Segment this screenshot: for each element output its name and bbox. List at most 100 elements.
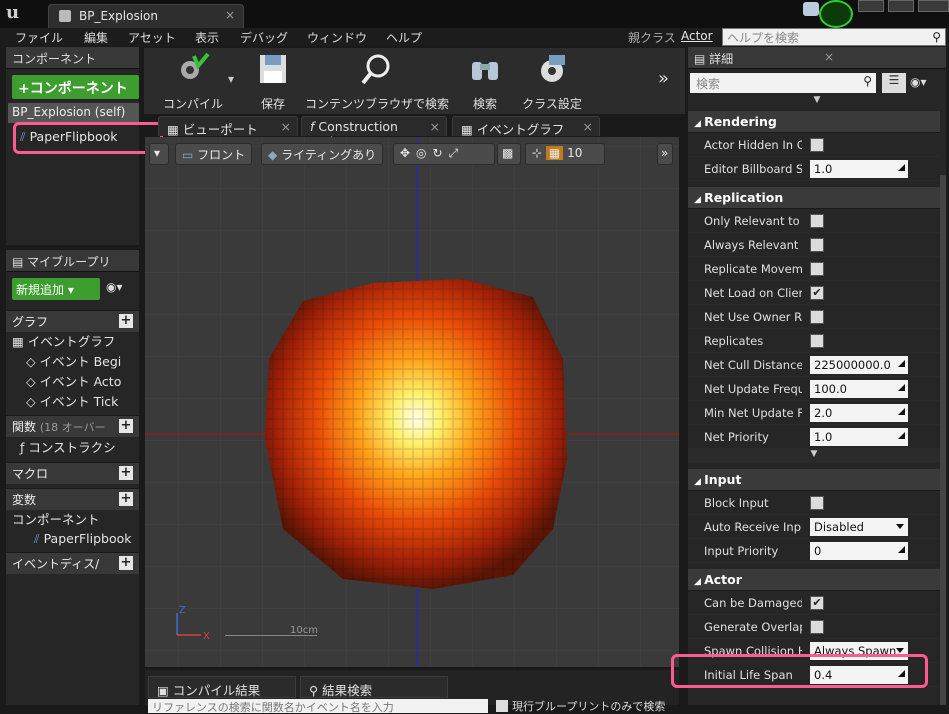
close-icon[interactable]: ×	[281, 119, 291, 134]
property-number-field[interactable]: 100.0	[810, 380, 908, 398]
details-section-header[interactable]: ◢ Replication	[688, 187, 940, 209]
source-control-icon[interactable]	[819, 0, 853, 28]
property-checkbox[interactable]	[810, 620, 824, 634]
browse-content-button[interactable]: コンテンツブラウザで検索	[304, 50, 450, 112]
compile-dropdown-icon[interactable]: ▾	[228, 72, 234, 86]
event-item[interactable]: ◇ イベント Tick	[20, 392, 139, 412]
toolbar-overflow-icon[interactable]: »	[658, 68, 669, 89]
close-icon[interactable]: ×	[225, 8, 235, 22]
resize-handle-icon[interactable]	[898, 164, 905, 171]
add-function-button[interactable]: +	[119, 419, 133, 433]
property-checkbox[interactable]	[810, 138, 824, 152]
construction-script-item[interactable]: ƒ コンストラクシ	[14, 438, 139, 458]
view-mode-button[interactable]: ▭ フロント	[175, 143, 253, 165]
resize-handle-icon[interactable]	[898, 408, 905, 415]
details-section-header[interactable]: ◢ Input	[688, 469, 940, 491]
tab-event-graph[interactable]: ▦ イベントグラフ ×	[452, 116, 600, 137]
property-checkbox[interactable]	[810, 496, 824, 510]
compile-button[interactable]: コンパイル	[150, 50, 236, 112]
close-icon[interactable]: ×	[824, 50, 834, 64]
details-section-header[interactable]: ◢ Rendering	[688, 111, 940, 133]
add-graph-button[interactable]: +	[119, 314, 133, 328]
components-variable-item[interactable]: ⫽ PaperFlipbook	[28, 529, 139, 549]
menu-view[interactable]: 表示	[195, 29, 219, 46]
functions-category[interactable]: 関数 (18 オーバー +	[6, 415, 139, 437]
parent-class-link[interactable]: Actor	[681, 29, 713, 43]
menu-help[interactable]: ヘルプ	[386, 29, 422, 46]
save-button[interactable]: 保存	[250, 50, 296, 112]
class-settings-button[interactable]: クラス設定	[518, 50, 586, 112]
add-macro-button[interactable]: +	[119, 466, 133, 480]
component-root-item[interactable]: BP_Explosion (self)	[8, 103, 139, 123]
property-dropdown[interactable]: Disabled	[810, 518, 908, 536]
close-window-button[interactable]	[918, 0, 949, 12]
property-number-field[interactable]: 0	[810, 542, 908, 560]
add-dispatcher-button[interactable]: +	[119, 556, 133, 570]
chevron-down-icon	[896, 648, 904, 653]
collapse-arrow-icon[interactable]: ▼	[688, 95, 946, 107]
lighting-mode-button[interactable]: ◆ ライティングあり	[261, 143, 384, 165]
maximize-button[interactable]	[888, 0, 914, 12]
find-button[interactable]: 検索	[460, 50, 510, 112]
menu-asset[interactable]: アセット	[128, 29, 176, 46]
event-graph-item[interactable]: ▦ イベントグラフ	[6, 332, 139, 352]
details-search-input[interactable]: 検索 ⚲	[690, 73, 876, 93]
menu-window[interactable]: ウィンドウ	[307, 29, 367, 46]
menu-file[interactable]: ファイル	[15, 29, 63, 46]
viewport-icon: ▦	[167, 122, 179, 137]
close-icon[interactable]: ×	[583, 119, 593, 134]
property-checkbox[interactable]	[810, 214, 824, 228]
eye-icon[interactable]: ◉▾	[106, 280, 123, 294]
property-checkbox[interactable]	[810, 262, 824, 276]
add-component-button[interactable]: +コンポーネント	[12, 75, 139, 99]
variables-category[interactable]: 変数 +	[6, 488, 139, 510]
property-number-field[interactable]: 225000000.0	[810, 356, 908, 374]
eye-icon[interactable]: ◉▾	[910, 75, 927, 89]
resize-handle-icon[interactable]	[898, 360, 905, 367]
list-view-icon[interactable]: ☰	[882, 73, 906, 93]
close-icon[interactable]: ×	[430, 119, 440, 134]
property-number-field[interactable]: 1.0	[810, 160, 908, 178]
property-checkbox[interactable]: ✔	[810, 286, 824, 300]
add-new-button[interactable]: 新規追加 ▾	[12, 278, 100, 300]
document-tab[interactable]: BP_Explosion ×	[48, 4, 244, 28]
property-checkbox[interactable]	[810, 334, 824, 348]
chat-icon[interactable]	[803, 2, 819, 16]
resize-handle-icon[interactable]	[898, 546, 905, 553]
tab-find-results[interactable]: ⚲ 結果検索	[300, 676, 448, 698]
current-blueprint-checkbox[interactable]	[496, 700, 508, 712]
property-number-field[interactable]: 1.0	[810, 428, 908, 446]
details-scrollbar[interactable]	[940, 175, 946, 705]
viewport-options-button[interactable]: ▾	[149, 143, 169, 165]
menu-debug[interactable]: デバッグ	[240, 29, 288, 46]
help-search-input[interactable]: ヘルプを検索 ⚲	[722, 28, 946, 46]
tab-viewport[interactable]: ▦ ビューポート ×	[158, 116, 298, 137]
property-number-field[interactable]: 2.0	[810, 404, 908, 422]
property-checkbox[interactable]	[810, 238, 824, 252]
minimize-button[interactable]	[858, 0, 884, 12]
event-item[interactable]: ◇ イベント Begi	[20, 352, 139, 372]
macros-category[interactable]: マクロ +	[6, 462, 139, 484]
graph-category[interactable]: グラフ +	[6, 310, 139, 332]
expand-advanced-icon[interactable]: ▼	[688, 449, 940, 463]
grid-icon: ▦	[545, 146, 564, 160]
grid-snap-button[interactable]: ⊹ ▦ 10	[525, 143, 605, 165]
viewport[interactable]: ▾ ▭ フロント ◆ ライティングあり ✥◎↻⤢ ▩ ⊹ ▦ 10 » Z X …	[145, 137, 679, 667]
add-variable-button[interactable]: +	[119, 492, 133, 506]
event-item[interactable]: ◇ イベント Acto	[20, 372, 139, 392]
tab-compiler-results[interactable]: ▣ コンパイル結果	[148, 676, 296, 698]
viewport-more-button[interactable]: »	[657, 143, 673, 165]
resize-handle-icon[interactable]	[898, 384, 905, 391]
tab-construction-script[interactable]: f Construction Script ×	[301, 116, 447, 149]
event-dispatchers-category[interactable]: イベントディス/ +	[6, 552, 139, 574]
resize-handle-icon[interactable]	[898, 432, 905, 439]
find-results-input[interactable]: リファレンスの検索に関数名かイベント名を入力	[148, 699, 488, 713]
surface-snap-button[interactable]: ▩	[497, 143, 521, 165]
details-section-header[interactable]: ◢ Actor	[688, 569, 940, 591]
property-checkbox[interactable]: ✔	[810, 596, 824, 610]
component-flipbook-item[interactable]: ⫽ PaperFlipbook	[20, 129, 118, 145]
transform-tools[interactable]: ✥◎↻⤢	[393, 143, 495, 165]
property-checkbox[interactable]	[810, 310, 824, 324]
menu-edit[interactable]: 編集	[84, 29, 108, 46]
components-subcategory[interactable]: コンポーネント	[6, 510, 139, 530]
